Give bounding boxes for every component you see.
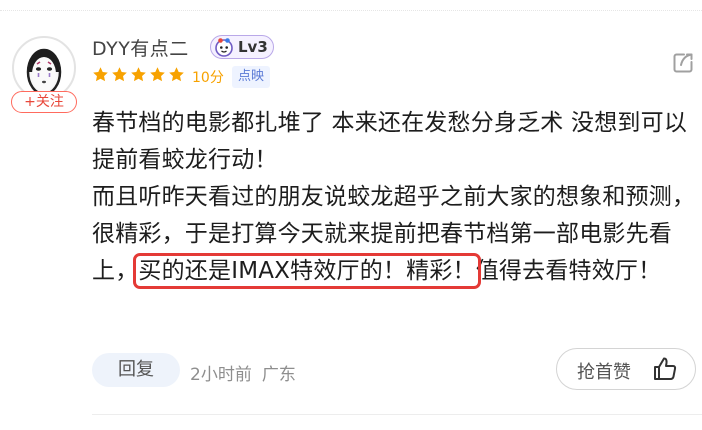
star-icon — [150, 67, 165, 82]
comment-meta: 2小时前 广东 — [190, 360, 306, 385]
comment-body: 春节档的电影都扎堆了 本来还在发愁分身乏术 没想到可以提前看蛟龙行动！ 而且听昨… — [92, 105, 697, 290]
post-time: 2小时前 — [190, 365, 252, 385]
like-button[interactable]: 抢首赞 — [556, 348, 696, 390]
comment-text-after-highlight: 值得去看特效厅！ — [475, 258, 662, 284]
level-badge: Lv3 — [210, 35, 274, 59]
rating-score: 10分 — [192, 70, 224, 86]
follow-button[interactable]: +关注 — [11, 91, 77, 113]
star-icon — [131, 67, 146, 82]
top-divider — [0, 0, 702, 11]
username[interactable]: DYY有点二 — [92, 34, 189, 61]
comment-paragraph-2: 而且听昨天看过的朋友说蛟龙超乎之前大家的想象和预测，很精彩，于是打算今天就来提前… — [92, 179, 697, 290]
star-icon — [112, 67, 127, 82]
star-icon — [93, 67, 108, 82]
screening-tag: 点映 — [232, 66, 271, 88]
like-label: 抢首赞 — [577, 362, 631, 383]
bottom-divider — [92, 414, 702, 415]
level-text: Lv3 — [238, 38, 268, 56]
highlighted-text: 买的还是IMAX特效厅的！精彩！ — [133, 253, 481, 289]
post-location: 广东 — [261, 365, 296, 385]
star-icon — [169, 67, 184, 82]
no-face-avatar-icon — [26, 48, 62, 96]
share-icon — [673, 53, 693, 73]
share-button[interactable] — [671, 51, 695, 79]
reply-button[interactable]: 回复 — [92, 353, 180, 387]
thumbs-up-icon — [654, 357, 677, 380]
comment-paragraph-1: 春节档的电影都扎堆了 本来还在发愁分身乏术 没想到可以提前看蛟龙行动！ — [92, 110, 688, 173]
level-mascot-icon — [215, 38, 233, 57]
